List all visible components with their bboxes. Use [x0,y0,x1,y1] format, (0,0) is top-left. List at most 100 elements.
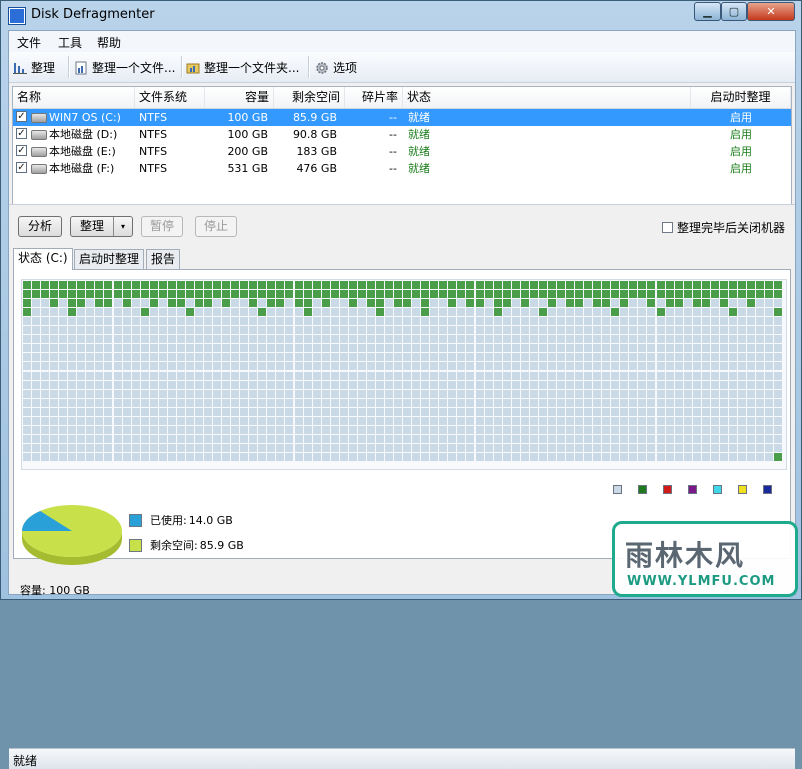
column-header-capacity[interactable]: 容量 [205,87,274,108]
cluster-block [267,353,276,362]
cluster-block [394,380,403,389]
drive-checkbox[interactable]: ✓ [16,162,27,173]
cluster-block [158,317,167,326]
cluster-block [95,425,104,434]
column-header-free-space[interactable]: 剩余空间 [274,87,345,108]
column-header-boot-defrag[interactable]: 启动时整理 [691,87,791,108]
analyze-button[interactable]: 分析 [18,216,62,237]
drive-checkbox[interactable]: ✓ [16,128,27,139]
cluster-block [32,434,41,443]
column-header-filesystem[interactable]: 文件系统 [135,87,205,108]
column-header-fragmentation[interactable]: 碎片率 [345,87,403,108]
cluster-block [149,281,158,289]
cluster-block [77,443,86,452]
cluster-block [674,443,683,452]
cluster-block [584,371,593,380]
cluster-block [131,371,140,380]
menu-tools[interactable]: 工具 [58,34,82,51]
cluster-block [493,353,502,362]
cluster-block [529,434,538,443]
tab-report[interactable]: 报告 [146,249,181,269]
cluster-block [611,344,620,353]
drive-row[interactable]: ✓ 本地磁盘 (E:) NTFS 200 GB 183 GB -- 就绪 启用 [13,143,791,160]
cluster-block [312,380,321,389]
cluster-block [710,425,719,434]
cluster-block [240,281,249,289]
cluster-block [412,407,421,416]
cluster-block [457,290,466,299]
drive-row[interactable]: ✓ 本地磁盘 (D:) NTFS 100 GB 90.8 GB -- 就绪 启用 [13,126,791,143]
cluster-block [312,353,321,362]
tab-boot-defrag[interactable]: 启动时整理 [74,249,145,269]
column-header-status[interactable]: 状态 [403,87,691,108]
legend-swatch [763,485,772,494]
cluster-block [756,299,765,308]
cluster-block [475,425,484,434]
drive-checkbox[interactable]: ✓ [16,111,27,122]
toolbar-defrag-file-button[interactable]: 整理一个文件... [74,59,175,76]
shutdown-checkbox[interactable] [662,222,673,233]
cluster-block [602,407,611,416]
menu-help[interactable]: 帮助 [97,34,121,51]
cluster-block [620,452,629,461]
toolbar-defrag-folder-button[interactable]: 整理一个文件夹... [186,59,299,76]
cluster-block [692,452,701,461]
cluster-block [765,344,774,353]
cluster-block [493,425,502,434]
toolbar-defrag-button[interactable]: 整理 [13,59,55,76]
cluster-block [185,281,194,289]
cluster-block [502,452,511,461]
cluster-block [403,344,412,353]
cluster-block [692,425,701,434]
cluster-block [95,308,104,317]
cluster-block [475,416,484,425]
menu-file[interactable]: 文件 [17,34,41,51]
cluster-block [285,434,294,443]
defrag-split-button[interactable]: 整理 ▾ [70,216,133,237]
cluster-block [113,299,122,308]
cluster-block [538,452,547,461]
cluster-block [321,317,330,326]
cluster-block [41,326,50,335]
cluster-block [194,308,203,317]
cluster-block [737,380,746,389]
minimize-button[interactable]: ▁ [694,2,721,21]
folder-icon [186,63,200,73]
cluster-block [77,281,86,289]
column-header-name[interactable]: 名称 [13,87,135,108]
cluster-block [23,443,31,452]
toolbar-options-button[interactable]: 选项 [315,59,357,76]
drive-icon [31,164,47,174]
cluster-block [683,317,692,326]
maximize-button[interactable]: ▢ [721,2,747,21]
cluster-block [149,353,158,362]
cluster-block [375,443,384,452]
cluster-block [86,344,95,353]
shutdown-option[interactable]: 整理完毕后关闭机器 [662,219,785,236]
cluster-block [475,326,484,335]
cluster-block [737,389,746,398]
cluster-block [475,335,484,344]
dropdown-arrow-icon[interactable]: ▾ [113,217,132,236]
close-button[interactable]: ✕ [747,2,795,21]
cluster-block [502,299,511,308]
cluster-block [231,344,240,353]
cluster-block [185,443,194,452]
stop-button[interactable]: 停止 [195,216,237,237]
cluster-block [104,389,113,398]
cluster-block [484,443,493,452]
cluster-block [683,398,692,407]
cluster-block [366,407,375,416]
pause-button[interactable]: 暂停 [141,216,183,237]
cluster-block [421,416,430,425]
tab-status[interactable]: 状态 (C:) [13,248,73,270]
cluster-block [611,434,620,443]
cluster-block [167,344,176,353]
cluster-block [747,434,755,443]
drive-row[interactable]: ✓ 本地磁盘 (F:) NTFS 531 GB 476 GB -- 就绪 启用 [13,160,791,177]
drive-checkbox[interactable]: ✓ [16,145,27,156]
cluster-block [303,407,312,416]
drive-row[interactable]: ✓ WIN7 OS (C:) NTFS 100 GB 85.9 GB -- 就绪… [13,109,791,126]
cluster-block [538,299,547,308]
title-bar[interactable]: Disk Defragmenter ▁ ▢ ✕ [1,1,801,29]
